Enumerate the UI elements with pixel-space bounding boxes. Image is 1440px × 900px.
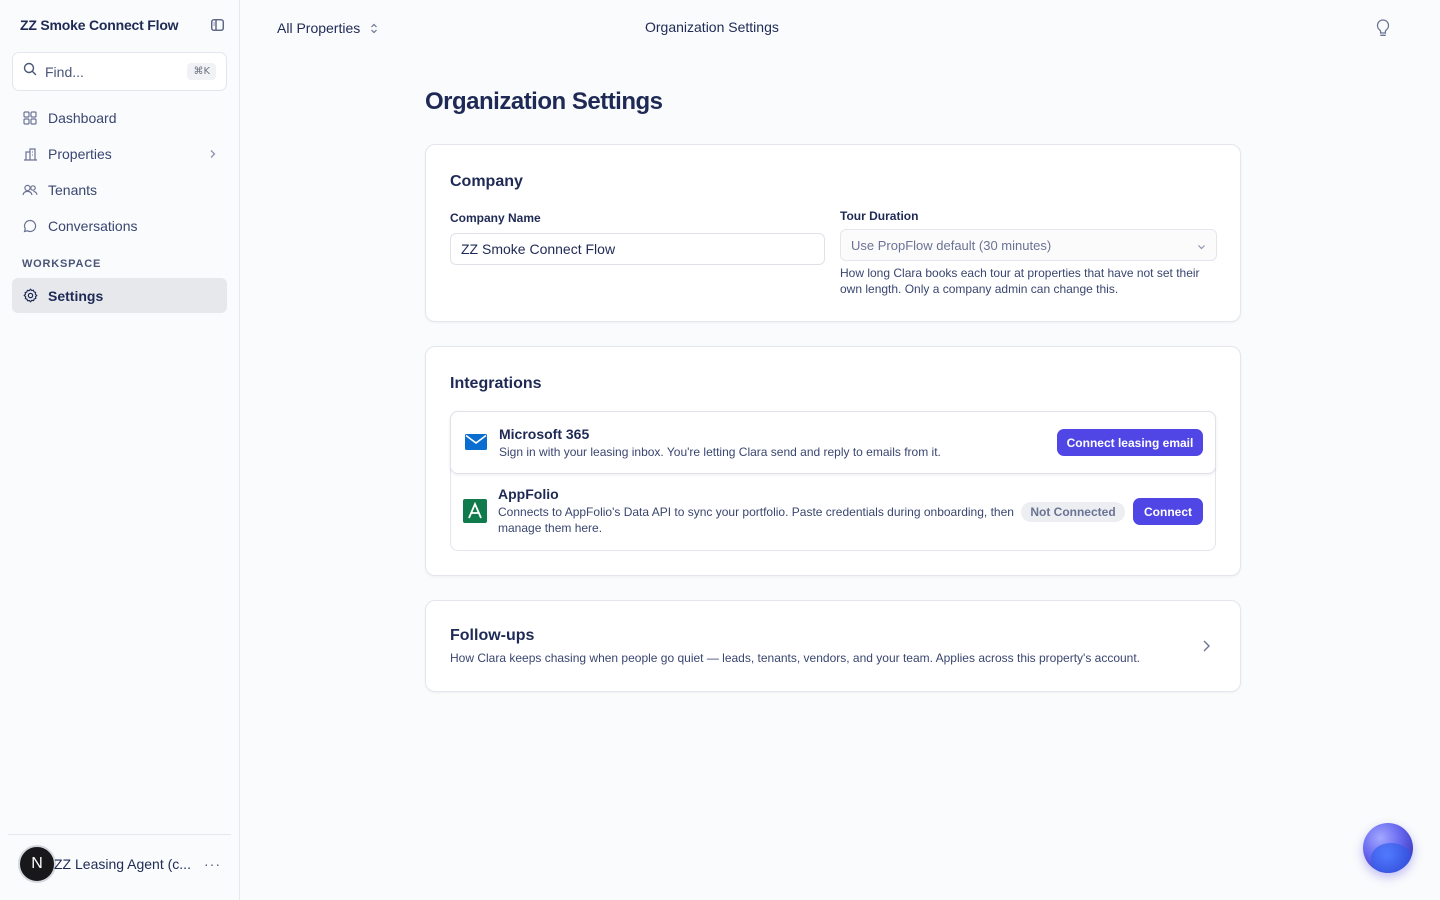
search-placeholder: Find... (45, 63, 84, 80)
integration-name: Microsoft 365 (499, 426, 590, 442)
integrations-card-title: Integrations (450, 375, 542, 392)
company-card: Company Company Name ZZ Smoke Connect Fl… (425, 144, 1241, 322)
followups-card[interactable]: Follow-ups How Clara keeps chasing when … (425, 600, 1241, 692)
sidebar-item-properties[interactable]: Properties (12, 136, 227, 171)
sidebar-item-label: Dashboard (48, 109, 117, 126)
user-menu[interactable]: N ZZ Leasing Agent (c... ··· (8, 834, 231, 892)
followups-description: How Clara keeps chasing when people go q… (450, 651, 1141, 665)
connect-appfolio-button[interactable]: Connect (1133, 498, 1203, 525)
chevron-down-icon (1197, 238, 1206, 253)
property-switcher-label: All Properties (277, 20, 361, 36)
status-badge: Not Connected (1021, 502, 1125, 522)
integration-row-appfolio: AppFolio Connects to AppFolio's Data API… (451, 474, 1215, 552)
search-shortcut: ⌘K (187, 63, 216, 80)
users-icon (22, 182, 38, 198)
assistant-orb-button[interactable] (1363, 823, 1413, 873)
sidebar-item-conversations[interactable]: Conversations (12, 208, 227, 243)
assistant-orb-graphic (1371, 843, 1411, 873)
avatar: N (18, 844, 56, 883)
workspace-nav: Settings (12, 278, 227, 314)
sidebar-item-label: Tenants (48, 181, 98, 198)
tour-duration-select[interactable]: Use PropFlow default (30 minutes) (840, 229, 1217, 261)
sidebar-item-label: Conversations (48, 217, 138, 234)
chevron-right-icon[interactable] (209, 146, 217, 162)
sidebar-item-settings[interactable]: Settings (12, 278, 227, 313)
chevron-up-down-icon (370, 23, 378, 34)
followups-card-title: Follow-ups (450, 627, 535, 644)
sidebar-item-label: Properties (48, 145, 112, 162)
more-options-icon[interactable]: ··· (204, 856, 221, 872)
tour-duration-help: How long Clara books each tour at proper… (840, 266, 1200, 296)
company-name-input[interactable]: ZZ Smoke Connect Flow (450, 233, 825, 265)
integrations-list: Microsoft 365 Sign in with your leasing … (450, 411, 1216, 551)
sidebar-item-dashboard[interactable]: Dashboard (12, 100, 227, 135)
mail-icon (464, 430, 488, 454)
integration-name: AppFolio (498, 486, 559, 502)
integration-row-microsoft365: Microsoft 365 Sign in with your leasing … (450, 411, 1216, 474)
appfolio-logo-icon (463, 499, 487, 523)
chat-icon (22, 218, 38, 234)
integration-description: Connects to AppFolio's Data API to sync … (498, 505, 1014, 535)
integration-description: Sign in with your leasing inbox. You're … (499, 445, 941, 459)
property-switcher[interactable]: All Properties (277, 18, 378, 38)
section-label-workspace: WORKSPACE (22, 258, 102, 270)
connect-leasing-email-button[interactable]: Connect leasing email (1057, 429, 1203, 456)
lightbulb-icon[interactable] (1374, 18, 1392, 38)
org-header: ZZ Smoke Connect Flow (20, 16, 224, 34)
company-name-label: Company Name (450, 211, 541, 225)
chevron-right-icon[interactable] (1202, 639, 1211, 658)
building-icon (22, 146, 38, 162)
tour-duration-label: Tour Duration (840, 209, 919, 223)
grid-icon (22, 110, 38, 126)
sidebar: ZZ Smoke Connect Flow Find... ⌘K Dashboa… (0, 0, 240, 900)
integrations-card: Integrations Microsoft 365 Sign in with … (425, 346, 1241, 576)
sidebar-toggle-icon[interactable] (210, 18, 224, 32)
tour-duration-value: Use PropFlow default (30 minutes) (851, 237, 1052, 253)
sidebar-item-label: Settings (48, 287, 104, 304)
org-name[interactable]: ZZ Smoke Connect Flow (20, 17, 179, 33)
company-card-title: Company (450, 173, 523, 190)
user-name: ZZ Leasing Agent (c... (54, 855, 191, 872)
search-icon (23, 62, 37, 81)
search-input[interactable]: Find... ⌘K (12, 52, 227, 91)
topbar-title: Organization Settings (645, 19, 779, 35)
page-title: Organization Settings (425, 88, 663, 115)
main-nav: Dashboard Properties Tenants Conversatio… (12, 100, 227, 244)
sidebar-item-tenants[interactable]: Tenants (12, 172, 227, 207)
gear-icon (22, 288, 38, 304)
